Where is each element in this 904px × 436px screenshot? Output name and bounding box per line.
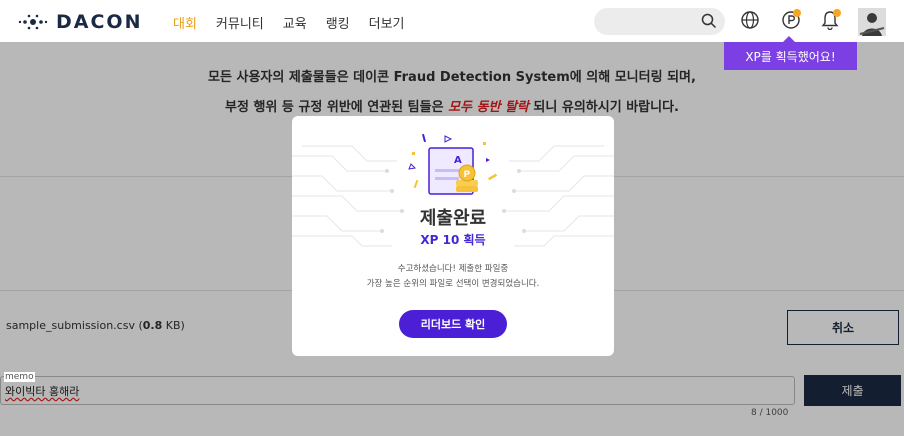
modal-xp-earned: XP 10 획득	[420, 233, 486, 247]
globe-icon[interactable]	[740, 10, 760, 30]
modal-title: 제출완료	[419, 208, 487, 229]
logo-mark-icon	[18, 14, 48, 30]
notification-badge-dot	[833, 9, 841, 17]
nav-item-more[interactable]: 더보기	[369, 13, 405, 32]
leaderboard-button[interactable]: 리더보드 확인	[399, 310, 507, 338]
svg-text:P: P	[464, 170, 471, 180]
top-header: DACON 대회 커뮤니티 교육 랭킹 더보기	[0, 0, 904, 42]
user-avatar-image	[858, 8, 886, 36]
nav-item-competition[interactable]: 대회	[173, 13, 197, 32]
dacon-logo[interactable]: DACON	[18, 11, 142, 33]
main-nav: 대회 커뮤니티 교육 랭킹 더보기	[173, 13, 405, 32]
point-badge-dot	[793, 9, 801, 17]
svg-text:A: A	[454, 155, 462, 166]
nav-item-education[interactable]: 교육	[283, 13, 307, 32]
nav-item-ranking[interactable]: 랭킹	[326, 13, 350, 32]
memo-label: memo	[4, 372, 35, 382]
nav-item-community[interactable]: 커뮤니티	[216, 13, 264, 32]
avatar[interactable]	[858, 8, 886, 36]
search-icon[interactable]	[701, 13, 717, 29]
modal-message-line1: 수고하셨습니다! 제출한 파일중	[397, 264, 509, 274]
xp-tooltip: XP를 획득했어요!	[724, 36, 857, 70]
submission-complete-modal: A P 제출완료 XP 10 획득 수고하셨습니다! 제출한 파일중 가장 높은…	[292, 116, 614, 356]
modal-message-line2: 가장 높은 순위의 파일로 선택이 변경되었습니다.	[366, 279, 540, 289]
logo-text: DACON	[56, 11, 143, 33]
search-input[interactable]	[594, 8, 725, 35]
